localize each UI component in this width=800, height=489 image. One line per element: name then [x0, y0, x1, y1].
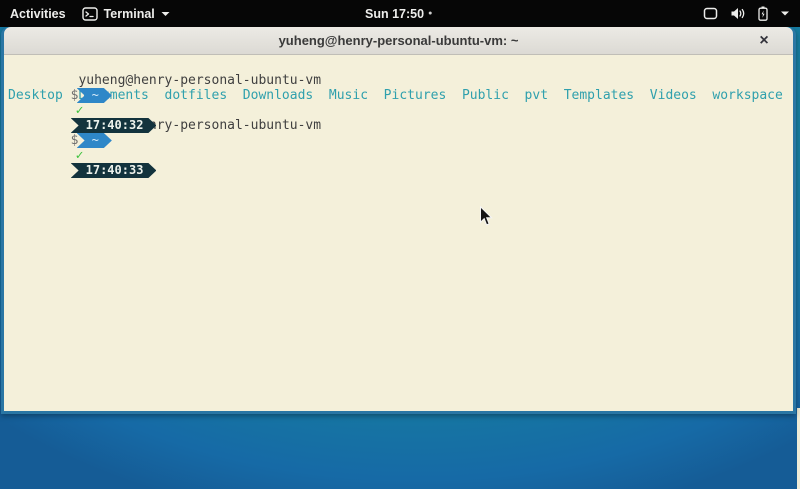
notification-dot: ● [428, 10, 432, 17]
prompt-line: yuheng@henry-personal-ubuntu-vm ~ ✓ 17:4… [8, 58, 793, 73]
window-titlebar[interactable]: yuheng@henry-personal-ubuntu-vm: ~ × [4, 27, 793, 55]
prompt-success-check: ✓ [76, 103, 84, 118]
chevron-down-icon [161, 11, 170, 17]
terminal-content[interactable]: yuheng@henry-personal-ubuntu-vm ~ ✓ 17:4… [4, 55, 793, 411]
activities-button[interactable]: Activities [10, 7, 66, 21]
app-menu-label: Terminal [104, 7, 155, 21]
system-status-area[interactable] [703, 0, 790, 27]
mouse-cursor [479, 206, 493, 227]
screen: Activities Terminal Sun 17:50 ● [0, 0, 800, 489]
chevron-down-icon [780, 10, 790, 17]
prompt-success-check: ✓ [76, 148, 84, 163]
battery-charging-icon [758, 6, 768, 21]
prompt-username: yuheng@henry-personal-ubuntu-vm [71, 73, 321, 88]
terminal-icon [82, 7, 98, 21]
prompt-time-segment: 17:40:33 [71, 163, 157, 178]
terminal-window: yuheng@henry-personal-ubuntu-vm: ~ × yuh… [1, 27, 796, 414]
screen-icon [703, 7, 718, 20]
clock-button[interactable]: Sun 17:50 ● [365, 7, 432, 21]
prompt-line: yuheng@henry-personal-ubuntu-vm ~ ✓ 17:4… [8, 103, 793, 118]
ls-output: Desktop Documents dotfiles Downloads Mus… [8, 88, 793, 103]
clock-label: Sun 17:50 [365, 7, 424, 21]
prompt-time-segment: 17:40:32 [71, 118, 157, 133]
top-bar: Activities Terminal Sun 17:50 ● [0, 0, 800, 27]
volume-icon [730, 7, 746, 20]
window-title: yuheng@henry-personal-ubuntu-vm: ~ [279, 33, 519, 48]
close-button[interactable]: × [753, 27, 775, 55]
app-menu-button[interactable]: Terminal [82, 7, 170, 21]
